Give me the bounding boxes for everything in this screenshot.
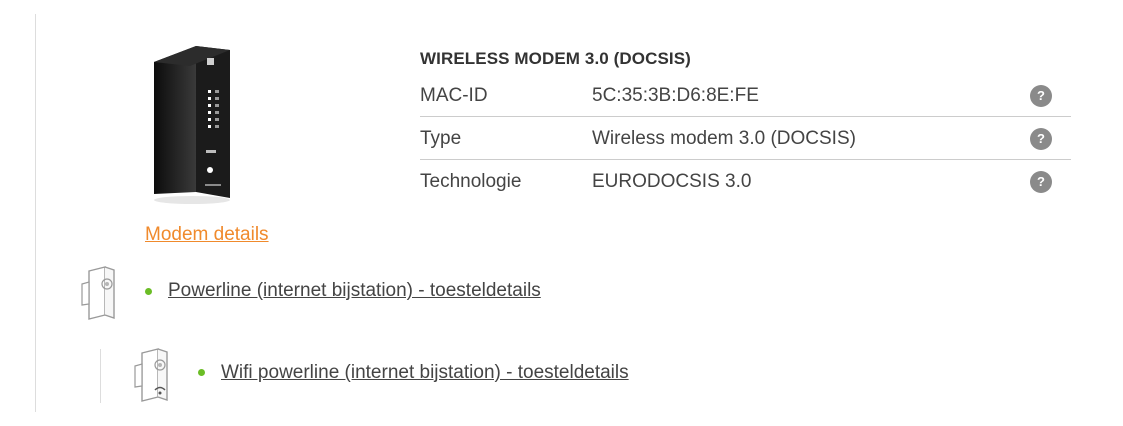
wifi-powerline-details-link[interactable]: Wifi powerline (internet bijstation) - t… — [221, 362, 629, 384]
spec-label: MAC-ID — [420, 85, 488, 106]
spec-label: Type — [420, 128, 462, 149]
modem-details-link[interactable]: Modem details — [145, 224, 269, 246]
spec-row-mac-id: MAC-ID 5C:35:3B:D6:8E:FE ? — [420, 73, 1071, 117]
status-dot — [198, 369, 205, 376]
help-icon[interactable]: ? — [1030, 128, 1052, 150]
help-icon[interactable]: ? — [1030, 85, 1052, 107]
spec-value: 5C:35:3B:D6:8E:FE — [592, 85, 759, 106]
powerline-details-link[interactable]: Powerline (internet bijstation) - toeste… — [168, 280, 541, 302]
help-icon[interactable]: ? — [1030, 171, 1052, 193]
spec-value: EURODOCSIS 3.0 — [592, 171, 752, 192]
modem-title: WIRELESS MODEM 3.0 (DOCSIS) — [420, 49, 691, 68]
tree-line — [35, 14, 36, 412]
cable-modem-image — [154, 46, 230, 204]
powerline-adapter-icon — [81, 266, 115, 320]
sub-tree-line — [100, 349, 101, 403]
spec-value: Wireless modem 3.0 (DOCSIS) — [592, 128, 856, 149]
status-dot — [145, 288, 152, 295]
spec-label: Technologie — [420, 171, 522, 192]
wifi-powerline-adapter-icon — [134, 348, 168, 402]
spec-row-type: Type Wireless modem 3.0 (DOCSIS) ? — [420, 116, 1071, 160]
spec-row-technologie: Technologie EURODOCSIS 3.0 ? — [420, 159, 1071, 202]
